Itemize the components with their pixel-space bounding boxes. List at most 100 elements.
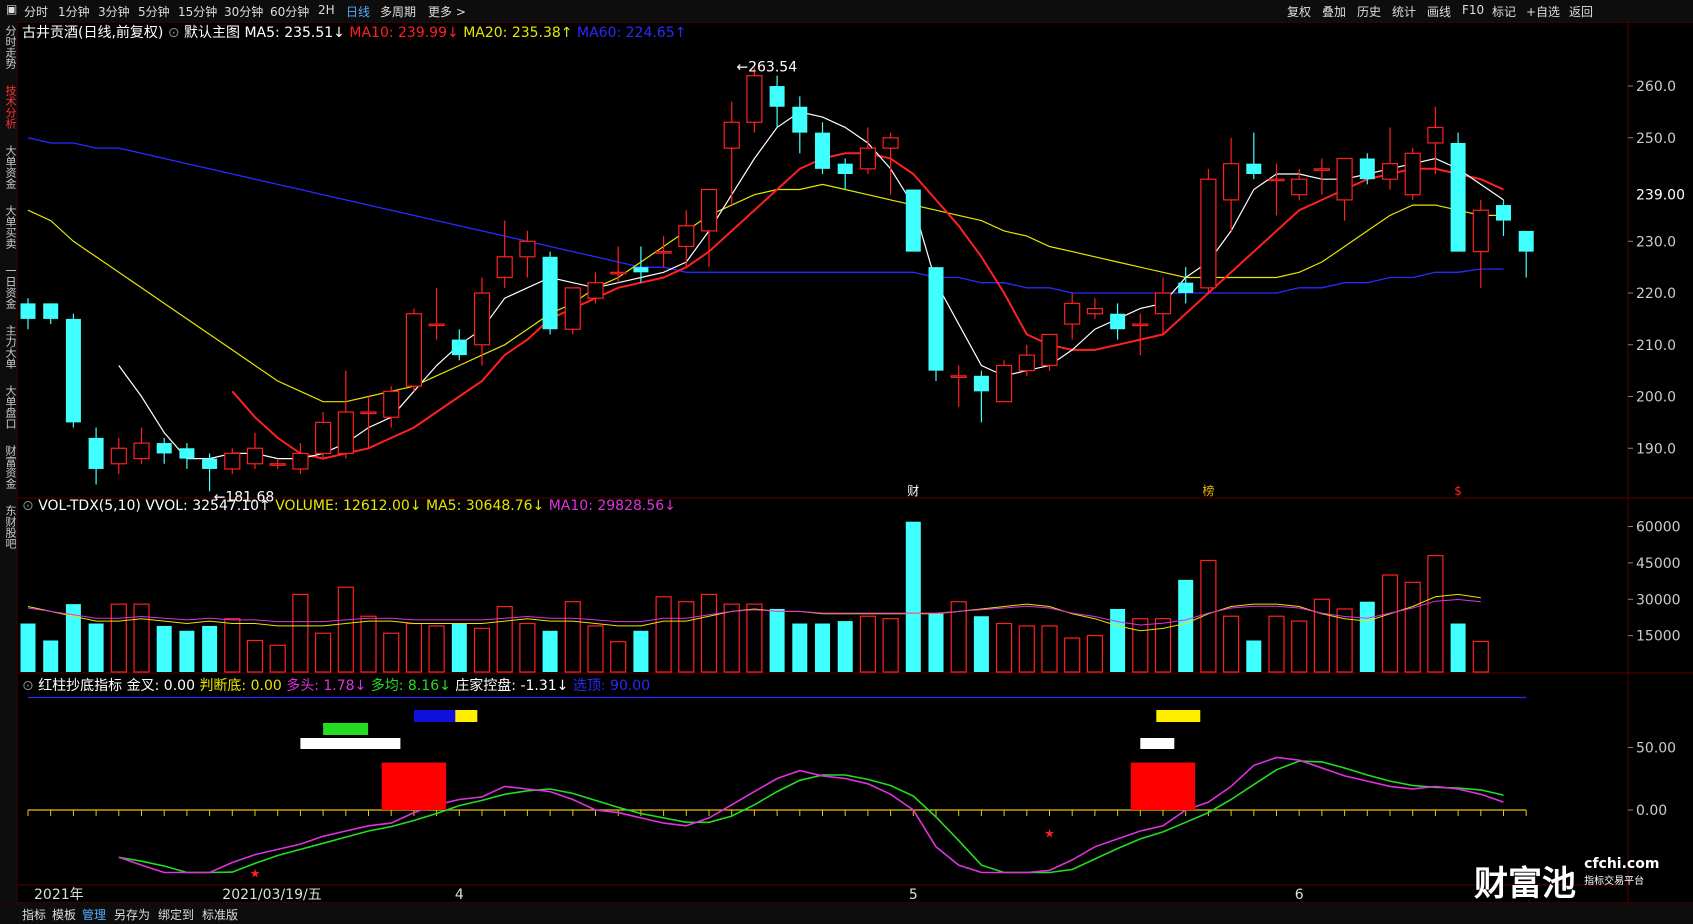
vol-tick-label: 15000 <box>1636 629 1681 645</box>
ind-legend-xuanding: 选顶: 90.00 <box>572 678 651 694</box>
candle-body <box>815 132 830 169</box>
volume-bar <box>610 641 627 673</box>
bottom-tab-biaozhunban[interactable]: 标准版 <box>202 906 238 923</box>
kline-chart[interactable]: 260.0 250.0 230.0 220.0 210.0 200.0 190.0 239.0… <box>0 0 1693 923</box>
bottom-tab-moban[interactable]: 模板 <box>52 906 76 923</box>
candle-body <box>1472 209 1489 253</box>
vol-legend-ma10: MA10: 29828.56↓ <box>548 498 676 514</box>
candle-body <box>1154 292 1172 315</box>
candle-body <box>43 303 59 319</box>
candle-body <box>792 106 808 133</box>
candle-body <box>428 323 445 327</box>
candle-body <box>700 188 718 232</box>
candle-body <box>587 282 604 299</box>
candle-body <box>133 442 150 460</box>
ind-tick-label: 50.00 <box>1636 741 1676 757</box>
volume-bar <box>1154 618 1172 673</box>
bottom-tab-lingcunwei[interactable]: 另存为 <box>114 906 150 923</box>
candle-body <box>451 339 467 356</box>
ind-title[interactable]: 红柱抄底指标 <box>38 678 122 694</box>
bottom-tab-bangdingdao[interactable]: 绑定到 <box>158 906 194 923</box>
volume-bar <box>519 622 536 673</box>
volume-bar <box>360 615 377 673</box>
candle-body <box>1132 323 1149 327</box>
volume-bar <box>746 603 763 673</box>
main-indicator-name[interactable]: 默认主图 <box>184 25 240 41</box>
candle-body <box>1064 302 1081 325</box>
event-mark: 财 <box>907 484 919 498</box>
legend-dropdown-icon[interactable]: ⊙ <box>168 25 180 41</box>
volume-bar <box>110 603 127 673</box>
high-annotation: ←263.54 <box>736 60 797 76</box>
volume-bar <box>973 616 989 672</box>
volume-bar <box>496 605 513 673</box>
volume-bar <box>1359 601 1375 672</box>
event-mark: 榜 <box>1202 483 1214 498</box>
vol-tick-label: 60000 <box>1636 520 1681 536</box>
price-tick-label: 230.0 <box>1636 234 1676 250</box>
volume-bar <box>1086 635 1104 673</box>
candle-body <box>1246 163 1262 175</box>
candle-body <box>1041 333 1058 367</box>
volume-bar <box>928 613 944 672</box>
volume-bar <box>1268 615 1285 673</box>
legend-ma10: MA10: 239.99↓ <box>349 25 459 41</box>
price-tick-label: 250.0 <box>1636 131 1676 147</box>
legend-dropdown-icon[interactable]: ⊙ <box>22 498 34 514</box>
volume-bar <box>700 593 718 673</box>
candle-body <box>496 256 513 279</box>
candle-body <box>1268 178 1285 182</box>
candle-body <box>88 437 104 469</box>
volume-bar <box>1110 608 1126 672</box>
volume-bar <box>837 621 853 672</box>
x-axis-label: 5 <box>909 887 918 903</box>
bottom-tab-guanli[interactable]: 管理 <box>82 906 106 923</box>
candle-body <box>1450 142 1466 252</box>
candle-body <box>65 318 81 423</box>
vol-tick-label: 30000 <box>1636 592 1681 608</box>
candle-body <box>246 447 264 465</box>
red-signal-column <box>1130 762 1196 810</box>
candle-body <box>905 189 921 252</box>
candle-body <box>110 447 127 465</box>
blue-flag-bar <box>413 710 458 722</box>
volume-bar <box>859 615 877 673</box>
candle-body <box>156 443 172 454</box>
volume-bar <box>769 608 785 672</box>
price-tick-label: 210.0 <box>1636 338 1676 354</box>
legend-ma60: MA60: 224.65↑ <box>577 25 687 41</box>
ind-legend-panduandi: 判断底: 0.00 <box>199 678 282 694</box>
volume-bar <box>1291 620 1308 673</box>
volume-bar <box>405 622 422 673</box>
white-flag-bar <box>1140 738 1175 749</box>
volume-bar <box>1381 574 1399 673</box>
legend-dropdown-icon[interactable]: ⊙ <box>22 678 34 694</box>
volume-legend: ⊙ VOL-TDX(5,10) VVOL: 32547.10↑ VOLUME: … <box>22 498 676 514</box>
chart-watermark: 财富池 cfchi.com 指标交易平台 <box>1474 856 1659 905</box>
price-tick-label: 260.0 <box>1636 79 1676 95</box>
volume-bar <box>1427 555 1444 673</box>
candle-body <box>202 458 218 469</box>
volume-bar <box>1404 581 1421 673</box>
stock-title: 古井贡酒(日线,前复权) <box>22 25 164 41</box>
indicator-legend: ⊙ 红柱抄底指标 金叉: 0.00 判断底: 0.00 多头: 1.78↓ 多均… <box>22 675 650 695</box>
volume-bar <box>156 625 172 672</box>
candle-body <box>1496 205 1511 221</box>
volume-bar <box>1246 640 1262 672</box>
candle-body <box>1178 282 1194 294</box>
candle-body <box>519 240 536 258</box>
vol-title: VOL-TDX(5,10) VVOL: 32547.10↑ <box>38 498 271 514</box>
volume-bar <box>451 623 467 672</box>
volume-bar <box>815 623 830 672</box>
volume-bar <box>88 623 104 672</box>
candle-body <box>746 75 763 123</box>
candle-body <box>950 375 967 378</box>
vol-legend-volume: VOLUME: 12612.00↓ <box>275 498 422 514</box>
candle-body <box>337 411 354 455</box>
yellow-flag-bar <box>1156 710 1201 722</box>
ind-legend-duojun: 多均: 8.16↓ <box>370 678 451 694</box>
bottom-tab-zhibiao[interactable]: 指标 <box>22 906 46 923</box>
candle-body <box>1222 163 1240 201</box>
volume-bar <box>43 640 59 672</box>
x-axis-label: 4 <box>455 887 464 903</box>
